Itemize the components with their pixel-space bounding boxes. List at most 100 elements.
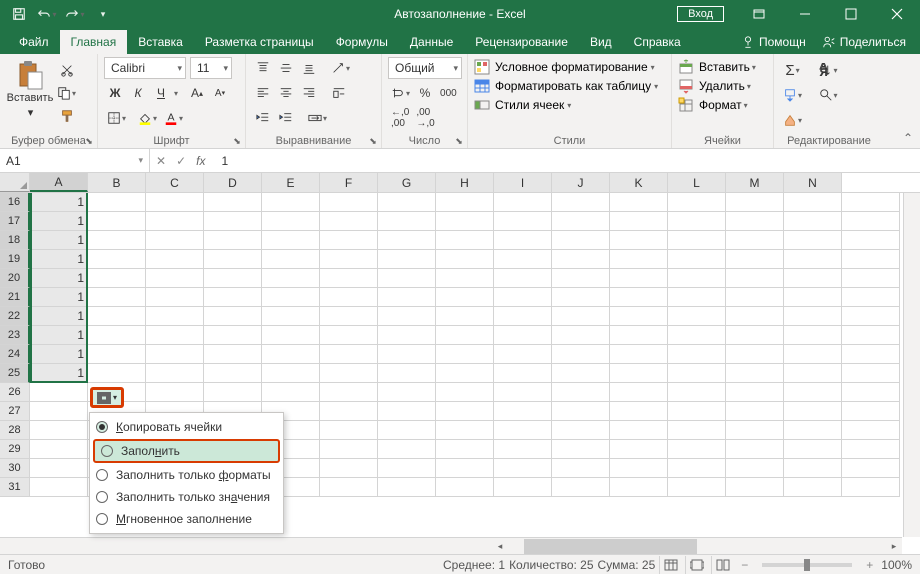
cell[interactable] (436, 212, 494, 231)
cell[interactable] (668, 231, 726, 250)
cell[interactable] (436, 250, 494, 269)
cell[interactable] (436, 440, 494, 459)
cell[interactable] (552, 402, 610, 421)
qat-customize-icon[interactable]: ▾ (90, 2, 116, 26)
cell[interactable] (320, 231, 378, 250)
format-painter-icon[interactable] (54, 105, 79, 127)
cell[interactable] (726, 250, 784, 269)
cell[interactable] (494, 326, 552, 345)
cell[interactable] (784, 345, 842, 364)
cell[interactable] (668, 307, 726, 326)
cell[interactable] (88, 250, 146, 269)
cell[interactable] (436, 269, 494, 288)
cell[interactable] (436, 288, 494, 307)
cell[interactable] (30, 421, 88, 440)
cell[interactable] (436, 383, 494, 402)
cell[interactable] (610, 288, 668, 307)
normal-view-icon[interactable] (659, 556, 681, 574)
cell[interactable] (378, 326, 436, 345)
cell[interactable] (610, 269, 668, 288)
cell[interactable] (88, 212, 146, 231)
cell[interactable] (204, 326, 262, 345)
cell[interactable] (320, 402, 378, 421)
cell[interactable] (262, 383, 320, 402)
cell[interactable] (378, 459, 436, 478)
conditional-formatting-button[interactable]: Условное форматирование▾ (474, 59, 665, 75)
cell[interactable]: 1 (30, 307, 88, 326)
font-launcher-icon[interactable]: ⬊ (231, 135, 243, 147)
tab-insert[interactable]: Вставка (127, 30, 194, 54)
borders-icon[interactable]: ▾ (104, 107, 129, 129)
col-header-b[interactable]: B (88, 173, 146, 192)
page-break-view-icon[interactable] (711, 556, 733, 574)
cell[interactable] (552, 440, 610, 459)
cell[interactable] (146, 193, 204, 212)
cell[interactable] (204, 307, 262, 326)
cell[interactable] (320, 364, 378, 383)
cell[interactable] (726, 231, 784, 250)
format-as-table-button[interactable]: Форматировать как таблицу▾ (474, 78, 665, 94)
cell[interactable] (494, 421, 552, 440)
cell[interactable] (494, 440, 552, 459)
cell[interactable] (726, 402, 784, 421)
cell[interactable] (436, 193, 494, 212)
cell[interactable] (726, 345, 784, 364)
row-header[interactable]: 24 (0, 345, 30, 364)
cell[interactable] (726, 478, 784, 497)
cell[interactable] (494, 269, 552, 288)
minimize-icon[interactable] (782, 0, 828, 28)
zoom-out-icon[interactable]: − (741, 558, 748, 572)
cell[interactable] (320, 250, 378, 269)
enter-formula-icon[interactable]: ✓ (176, 154, 186, 168)
menu-copy-cells[interactable]: Копировать ячейки (90, 416, 283, 438)
delete-cells-button[interactable]: Удалить▾ (678, 78, 767, 94)
merge-icon[interactable]: ▾ (305, 107, 330, 129)
cell[interactable] (204, 231, 262, 250)
tell-me[interactable]: Помощн (735, 32, 812, 52)
cell[interactable] (88, 364, 146, 383)
select-all-corner[interactable] (0, 173, 30, 192)
cell[interactable] (436, 231, 494, 250)
cell[interactable] (378, 402, 436, 421)
cell[interactable] (726, 269, 784, 288)
clear-icon[interactable]: ▾ (780, 109, 805, 131)
format-cells-button[interactable]: Формат▾ (678, 97, 767, 113)
cell[interactable] (88, 326, 146, 345)
cancel-formula-icon[interactable]: ✕ (156, 154, 166, 168)
cell[interactable] (378, 288, 436, 307)
cell[interactable] (204, 212, 262, 231)
row-header[interactable]: 28 (0, 421, 30, 440)
cell[interactable] (262, 326, 320, 345)
cell[interactable] (378, 231, 436, 250)
cell[interactable] (552, 421, 610, 440)
col-header-e[interactable]: E (262, 173, 320, 192)
row-header[interactable]: 26 (0, 383, 30, 402)
cell[interactable] (784, 383, 842, 402)
col-header-d[interactable]: D (204, 173, 262, 192)
cell[interactable] (88, 269, 146, 288)
row-header[interactable]: 23 (0, 326, 30, 345)
cell[interactable]: 1 (30, 326, 88, 345)
cell[interactable] (726, 459, 784, 478)
cell[interactable] (146, 345, 204, 364)
align-center-icon[interactable] (275, 82, 297, 104)
cell[interactable] (552, 307, 610, 326)
cell[interactable] (842, 459, 900, 478)
share-button[interactable]: Поделиться (816, 32, 912, 52)
cell[interactable] (668, 478, 726, 497)
menu-fill-values[interactable]: Заполнить только значения (90, 486, 283, 508)
cell[interactable] (726, 364, 784, 383)
cell[interactable] (552, 383, 610, 402)
tab-review[interactable]: Рецензирование (464, 30, 579, 54)
cell[interactable] (320, 307, 378, 326)
cell[interactable]: 1 (30, 269, 88, 288)
cell[interactable] (784, 364, 842, 383)
cell[interactable] (378, 212, 436, 231)
col-header-i[interactable]: I (494, 173, 552, 192)
menu-flash-fill[interactable]: Мгновенное заполнение (90, 508, 283, 530)
cell[interactable] (784, 193, 842, 212)
cell[interactable] (494, 383, 552, 402)
cell[interactable] (494, 402, 552, 421)
cell[interactable] (842, 421, 900, 440)
row-header[interactable]: 19 (0, 250, 30, 269)
